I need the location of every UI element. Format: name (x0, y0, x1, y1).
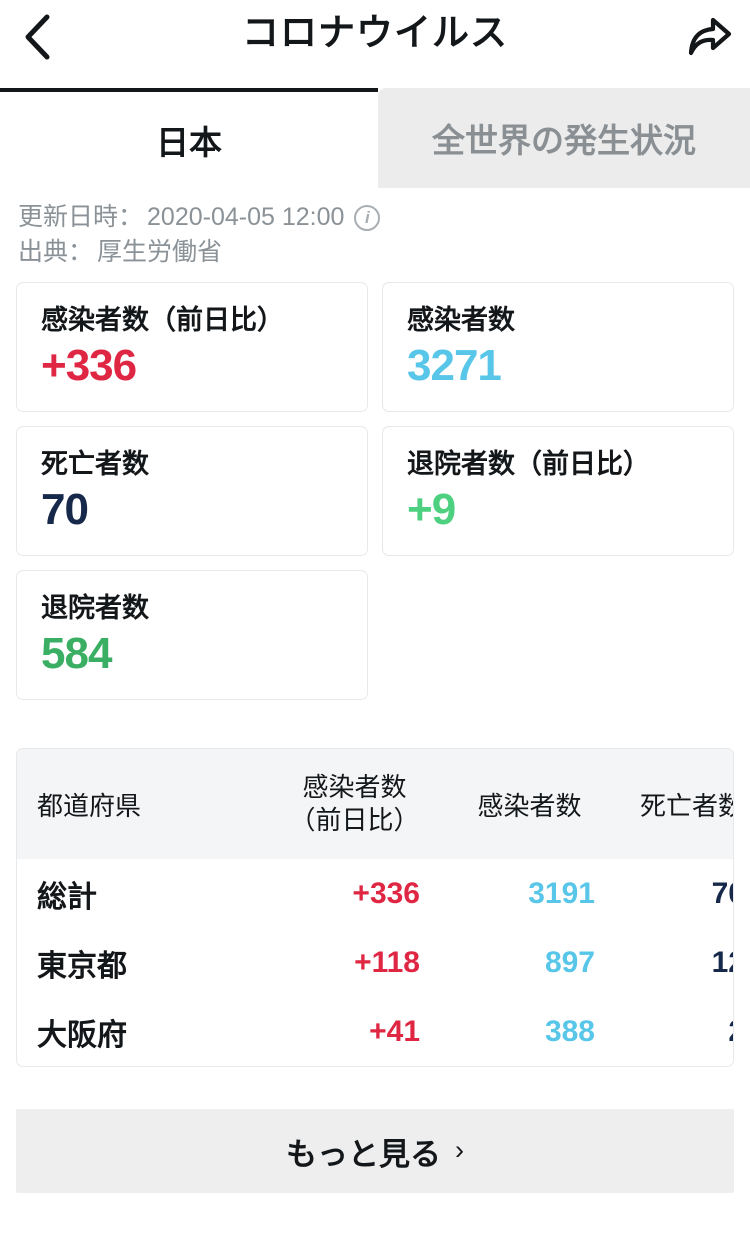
cell-deaths: 70 (711, 876, 733, 910)
cell-prefecture: 総計 (37, 880, 97, 914)
source-label: 出典： (18, 238, 94, 266)
update-meta: 更新日時： 2020-04-05 12:00 i 出典： 厚生労働省 (0, 188, 750, 276)
updated-label: 更新日時： (18, 203, 144, 231)
share-button[interactable] (678, 6, 740, 68)
info-circle-icon[interactable]: i (354, 204, 381, 231)
stat-card-deaths: 死亡者数 70 (16, 426, 368, 556)
show-more-label: もっと見る (286, 1136, 441, 1172)
table-row[interactable]: 東京都 +118 897 12 (17, 928, 733, 997)
cell-new-cases: +41 (369, 1014, 420, 1048)
tab-japan[interactable]: 日本 (0, 88, 378, 188)
tab-bar: 日本 全世界の発生状況 (0, 88, 750, 188)
header-new-cases: 感染者数 （前日比） (267, 749, 442, 859)
share-arrow-icon (688, 17, 732, 56)
stat-card-label: 感染者数 (407, 305, 515, 335)
updated-row: 更新日時： 2020-04-05 12:00 i (18, 200, 750, 235)
source-row: 出典： 厚生労働省 (18, 235, 750, 270)
stat-card-label: 感染者数（前日比） (41, 305, 284, 335)
header-new-cases-line1: 感染者数 (302, 772, 407, 802)
stat-card-new-cases: 感染者数（前日比） +336 (16, 282, 368, 412)
prefecture-table: 都道府県 感染者数 （前日比） 感染者数 死亡者数 総計 +336 3191 7… (16, 748, 734, 1067)
stat-card-label: 退院者数 (41, 593, 149, 623)
cell-new-cases: +336 (352, 876, 420, 910)
updated-value: 2020-04-05 12:00 (147, 203, 345, 231)
app-header: コロナウイルス (0, 0, 750, 88)
stat-card-new-discharged: 退院者数（前日比） +9 (382, 426, 734, 556)
stat-card-value: 3271 (407, 341, 502, 390)
header-new-cases-line2: （前日比） (289, 805, 420, 835)
table-row[interactable]: 総計 +336 3191 70 (17, 859, 733, 928)
cell-total-cases: 897 (544, 945, 595, 979)
chevron-right-icon: › (455, 1134, 464, 1165)
cell-prefecture: 大阪府 (37, 1018, 127, 1052)
page-title: コロナウイルス (242, 12, 508, 53)
source-value: 厚生労働省 (97, 238, 223, 266)
stat-card-total-cases: 感染者数 3271 (382, 282, 734, 412)
stat-card-value: +9 (407, 485, 456, 534)
tab-worldwide-label: 全世界の発生状況 (432, 122, 696, 159)
cell-deaths: 2 (617, 997, 733, 1066)
cell-prefecture: 東京都 (37, 949, 127, 983)
show-more-button[interactable]: もっと見る › (16, 1109, 734, 1193)
header-prefecture: 都道府県 (37, 790, 142, 821)
tab-japan-label: 日本 (156, 124, 222, 161)
cell-total-cases: 388 (544, 1014, 595, 1048)
cell-new-cases: +118 (354, 945, 420, 979)
stat-card-grid: 感染者数（前日比） +336 感染者数 3271 死亡者数 70 退院者数（前日… (0, 276, 750, 700)
stat-card-value: +336 (41, 341, 137, 390)
table-header-row: 都道府県 感染者数 （前日比） 感染者数 死亡者数 (17, 749, 734, 859)
header-total-cases: 感染者数 (477, 790, 582, 821)
header-deaths: 死亡者数 (639, 790, 734, 821)
table-row[interactable]: 大阪府 +41 388 2 (17, 997, 733, 1066)
cell-total-cases: 3191 (528, 876, 595, 910)
cell-deaths: 12 (711, 945, 733, 979)
stat-card-value: 70 (41, 485, 89, 534)
stat-card-discharged: 退院者数 584 (16, 570, 368, 700)
stat-card-value: 584 (41, 629, 112, 678)
stat-card-label: 退院者数（前日比） (407, 449, 650, 479)
tab-worldwide[interactable]: 全世界の発生状況 (378, 88, 750, 188)
stat-card-label: 死亡者数 (41, 449, 149, 479)
